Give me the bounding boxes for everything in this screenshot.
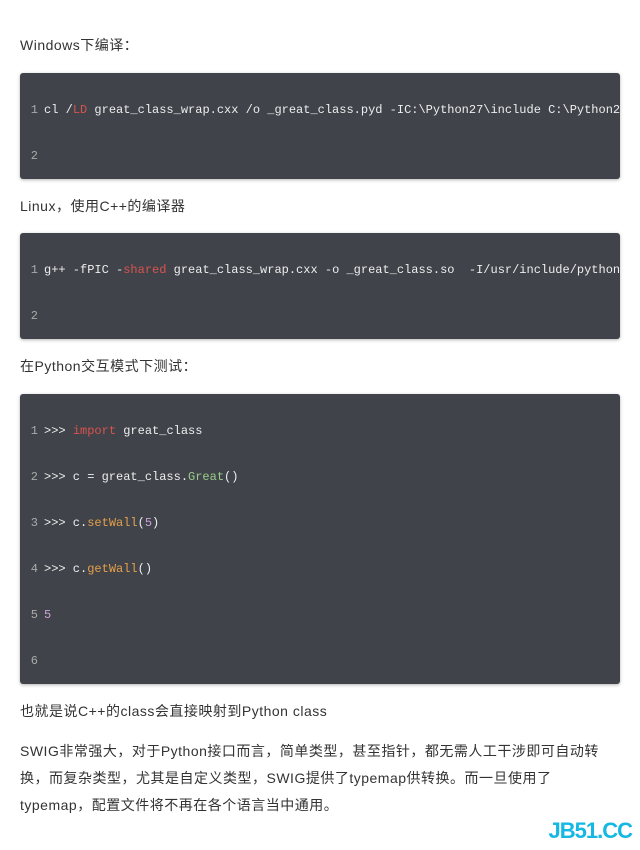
code-content [44, 147, 620, 165]
paragraph-python-test: 在Python交互模式下测试： [20, 353, 620, 380]
paragraph-class-mapping: 也就是说C++的class会直接映射到Python class [20, 698, 620, 725]
line-number: 4 [20, 560, 44, 578]
code-line: 6 [20, 652, 620, 670]
code-line: 3 >>> c.setWall(5) [20, 514, 620, 532]
code-line: 5 5 [20, 606, 620, 624]
code-block-linux: 1 g++ -fPIC -shared great_class_wrap.cxx… [20, 233, 620, 339]
code-line: 2 [20, 307, 620, 325]
code-content: >>> c.setWall(5) [44, 514, 620, 532]
code-block-python: 1 >>> import great_class 2 >>> c = great… [20, 394, 620, 684]
code-line: 1 >>> import great_class [20, 422, 620, 440]
code-content [44, 307, 620, 325]
code-line: 2 [20, 147, 620, 165]
paragraph-linux-compiler: Linux，使用C++的编译器 [20, 193, 620, 220]
code-content [44, 652, 620, 670]
line-number: 3 [20, 514, 44, 532]
line-number: 1 [20, 101, 44, 119]
paragraph-swig-description: SWIG非常强大，对于Python接口而言，简单类型，甚至指针，都无需人工干涉即… [20, 738, 620, 818]
line-number: 2 [20, 147, 44, 165]
line-number: 1 [20, 422, 44, 440]
code-content: >>> c.getWall() [44, 560, 620, 578]
code-block-windows: 1 cl /LD great_class_wrap.cxx /o _great_… [20, 73, 620, 179]
code-line: 2 >>> c = great_class.Great() [20, 468, 620, 486]
watermark-logo: JB51.CC [549, 818, 632, 844]
code-content: cl /LD great_class_wrap.cxx /o _great_cl… [44, 101, 620, 119]
code-line: 1 cl /LD great_class_wrap.cxx /o _great_… [20, 101, 620, 119]
line-number: 2 [20, 307, 44, 325]
code-content: 5 [44, 606, 620, 624]
line-number: 1 [20, 261, 44, 279]
code-content: g++ -fPIC -shared great_class_wrap.cxx -… [44, 261, 620, 279]
paragraph-windows-compile: Windows下编译： [20, 32, 620, 59]
code-line: 1 g++ -fPIC -shared great_class_wrap.cxx… [20, 261, 620, 279]
code-content: >>> c = great_class.Great() [44, 468, 620, 486]
line-number: 6 [20, 652, 44, 670]
line-number: 2 [20, 468, 44, 486]
code-line: 4 >>> c.getWall() [20, 560, 620, 578]
line-number: 5 [20, 606, 44, 624]
code-content: >>> import great_class [44, 422, 620, 440]
